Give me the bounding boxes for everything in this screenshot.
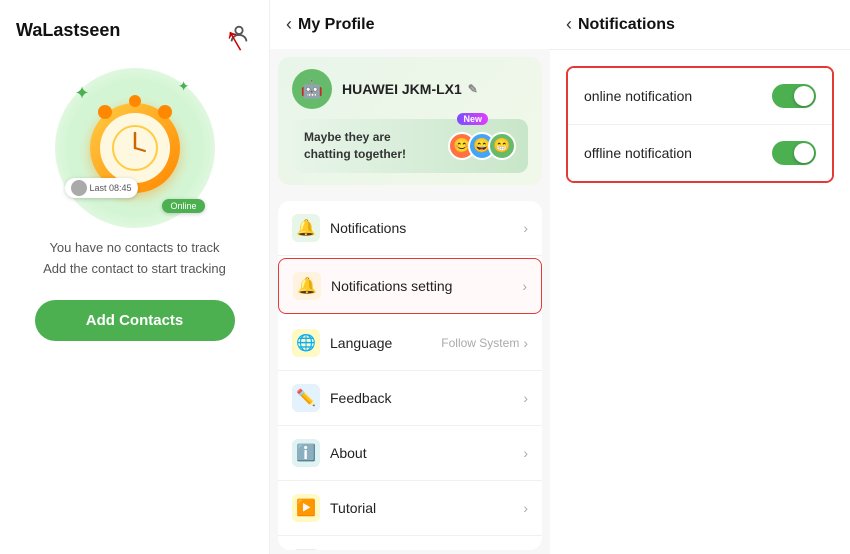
menu-item-learn-more[interactable]: 🔗 Learn More ›	[278, 536, 542, 550]
chevron-icon-4: ›	[523, 390, 528, 406]
language-icon: 🌐	[292, 329, 320, 357]
menu-label-about: About	[330, 445, 523, 461]
menu-item-tutorial[interactable]: ▶️ Tutorial ›	[278, 481, 542, 536]
menu-label-language: Language	[330, 335, 441, 351]
offline-notification-label: offline notification	[584, 145, 692, 161]
menu-label-notifications: Notifications	[330, 220, 523, 236]
clock-illustration: ✦ ✦ Last 08:45 Online	[55, 68, 215, 228]
online-notification-label: online notification	[584, 88, 692, 104]
promo-avatar-3: 😁	[488, 132, 516, 160]
menu-section: 🔔 Notifications › 🔔 Notifications settin…	[278, 201, 542, 550]
menu-item-about[interactable]: ℹ️ About ›	[278, 426, 542, 481]
right-title: Notifications	[578, 16, 675, 34]
add-contacts-button[interactable]: Add Contacts	[35, 300, 235, 341]
clock-face	[100, 113, 170, 183]
menu-item-language[interactable]: 🌐 Language Follow System ›	[278, 316, 542, 371]
app-title: WaLastseen	[16, 20, 120, 41]
clock-bell-left	[98, 105, 112, 119]
about-icon: ℹ️	[292, 439, 320, 467]
avatar: 🤖	[292, 69, 332, 109]
menu-item-notifications-setting[interactable]: 🔔 Notifications setting ›	[278, 258, 542, 314]
profile-card: 🤖 HUAWEI JKM-LX1 ✎ Maybe they arechattin…	[278, 57, 542, 185]
right-panel: ‹ Notifications online notification offl…	[550, 0, 850, 554]
menu-item-feedback[interactable]: ✏️ Feedback ›	[278, 371, 542, 426]
feedback-icon: ✏️	[292, 384, 320, 412]
menu-label-tutorial: Tutorial	[330, 500, 523, 516]
tutorial-icon: ▶️	[292, 494, 320, 522]
chevron-icon-5: ›	[523, 445, 528, 461]
back-arrow-icon[interactable]: ‹	[286, 14, 292, 35]
badge-online: Online	[162, 199, 204, 213]
profile-info: 🤖 HUAWEI JKM-LX1 ✎	[292, 69, 528, 109]
chevron-icon-3: ›	[523, 335, 528, 351]
clock-bell-right	[158, 105, 172, 119]
left-panel: WaLastseen ↑ ✦ ✦	[0, 0, 270, 554]
profile-icon-button[interactable]	[225, 20, 253, 48]
language-sublabel: Follow System	[441, 336, 519, 350]
middle-title: My Profile	[298, 16, 374, 34]
sparkle-left-icon: ✦	[75, 83, 90, 104]
badge-last: Last 08:45	[65, 178, 138, 198]
sparkle-right-icon: ✦	[178, 78, 190, 95]
notifications-setting-icon: 🔔	[293, 272, 321, 300]
no-contacts-text: You have no contacts to track Add the co…	[43, 238, 226, 280]
online-notification-toggle[interactable]	[772, 84, 816, 108]
menu-label-feedback: Feedback	[330, 390, 523, 406]
notification-item-offline: offline notification	[568, 125, 832, 181]
promo-text: Maybe they arechatting together!	[304, 129, 406, 163]
notification-item-online: online notification	[568, 68, 832, 125]
learn-more-icon: 🔗	[292, 549, 320, 550]
chevron-icon-2: ›	[522, 278, 527, 294]
middle-panel: ‹ My Profile 🤖 HUAWEI JKM-LX1 ✎ Maybe th…	[270, 0, 550, 554]
notifications-icon: 🔔	[292, 214, 320, 242]
promo-badge-label: New	[457, 113, 488, 125]
chevron-icon-6: ›	[523, 500, 528, 516]
promo-avatars: 😊 😄 😁	[456, 132, 516, 160]
clock-handle-top	[129, 95, 141, 107]
edit-icon[interactable]: ✎	[468, 82, 478, 96]
middle-header: ‹ My Profile	[270, 0, 550, 49]
promo-banner: Maybe they arechatting together! New 😊 😄…	[292, 119, 528, 173]
menu-item-notifications[interactable]: 🔔 Notifications ›	[278, 201, 542, 256]
chevron-icon: ›	[523, 220, 528, 236]
notifications-list: online notification offline notification	[566, 66, 834, 183]
right-back-arrow-icon[interactable]: ‹	[566, 14, 572, 35]
menu-label-notifications-setting: Notifications setting	[331, 278, 522, 294]
profile-name: HUAWEI JKM-LX1 ✎	[342, 81, 478, 97]
left-header: WaLastseen	[16, 20, 253, 48]
offline-notification-toggle[interactable]	[772, 141, 816, 165]
right-header: ‹ Notifications	[550, 0, 850, 50]
